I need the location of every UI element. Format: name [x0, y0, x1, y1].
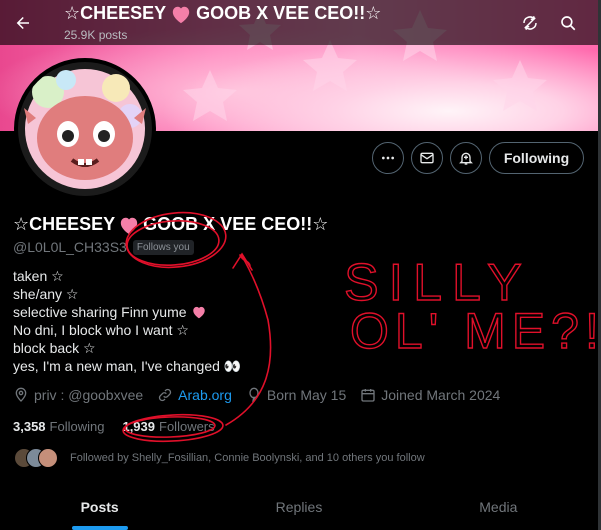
search-icon[interactable] [553, 8, 583, 38]
calendar-icon [361, 389, 375, 402]
envelope-icon [420, 152, 434, 164]
handle-row: @L0L0L_CH33S3 Follows you [13, 239, 194, 255]
followed-by-row[interactable]: Followed by Shelly_Fosillian, Connie Boo… [14, 448, 425, 468]
profile-handle: @L0L0L_CH33S3 [13, 239, 127, 255]
message-button[interactable] [411, 142, 443, 174]
bio-line: block back ☆ [13, 340, 96, 356]
mutual-avatars [14, 448, 58, 468]
bio-line: yes, I'm a new man, I've changed 👀 [13, 358, 242, 374]
header-title: ☆CHEESEY GOOB X VEE CEO!!☆ [64, 3, 382, 23]
link-icon [159, 388, 172, 402]
birthday-item: Born May 15 [246, 387, 346, 403]
following-button[interactable]: Following [489, 142, 584, 174]
pink-heart-icon [172, 6, 190, 23]
website-item[interactable]: Arab.org [157, 387, 232, 403]
annotation-line-1: SILLY [344, 254, 532, 312]
pink-heart-icon [192, 306, 205, 319]
bio-line: No dni, I block who I want ☆ [13, 322, 189, 338]
more-options-button[interactable] [372, 142, 404, 174]
avatar-image [18, 62, 152, 196]
refresh-icon[interactable] [515, 8, 545, 38]
post-count: 25.9K posts [64, 28, 128, 42]
bio-line: she/any ☆ [13, 286, 79, 302]
location-item: priv : @goobxvee [13, 387, 143, 403]
tab-media[interactable]: Media [399, 490, 598, 530]
profile-tabs: Posts Replies Media [0, 490, 598, 530]
follows-you-badge: Follows you [132, 239, 194, 255]
profile-bio: taken ☆ she/any ☆ selective sharing Finn… [13, 267, 241, 375]
ellipsis-icon [382, 156, 394, 160]
following-link[interactable]: 3,358 Following [13, 419, 104, 434]
follow-counts: 3,358 Following 1,939 Followers [13, 419, 215, 434]
bio-line: selective sharing Finn yume [13, 303, 241, 321]
profile-name: ☆CHEESEY GOOB X VEE CEO!!☆ [13, 214, 329, 234]
followers-link[interactable]: 1,939 Followers [122, 419, 214, 434]
joined-item: Joined March 2024 [360, 387, 500, 403]
back-arrow-icon[interactable] [8, 8, 38, 38]
notifications-button[interactable] [450, 142, 482, 174]
location-pin-icon [15, 387, 27, 402]
tab-replies[interactable]: Replies [199, 490, 398, 530]
mutual-avatar [38, 448, 58, 468]
arrow-head-stroke [239, 254, 251, 267]
website-link[interactable]: Arab.org [178, 387, 232, 403]
balloon-icon [249, 387, 259, 402]
tab-posts[interactable]: Posts [0, 490, 199, 530]
avatar[interactable] [14, 58, 156, 200]
pink-heart-icon [120, 217, 138, 234]
followed-by-text: Followed by Shelly_Fosillian, Connie Boo… [70, 452, 425, 464]
profile-meta: priv : @goobxvee Arab.org Born May 15 Jo… [13, 387, 500, 403]
bell-plus-icon [459, 152, 473, 165]
bio-line: taken ☆ [13, 268, 64, 284]
annotation-line-2: OL' ME?! [350, 303, 601, 359]
